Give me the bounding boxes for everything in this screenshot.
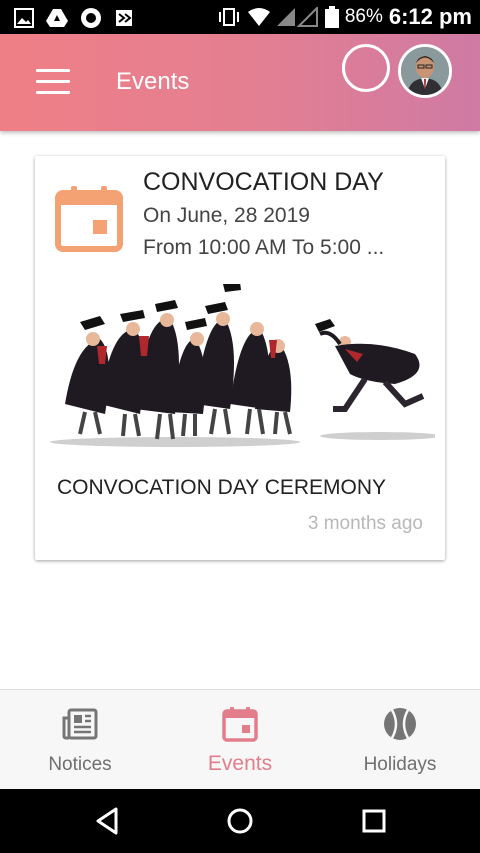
event-title: CONVOCATION DAY <box>143 168 384 196</box>
newspaper-icon <box>62 708 98 740</box>
event-description: CONVOCATION DAY CEREMONY <box>57 476 387 499</box>
event-card[interactable]: CONVOCATION DAY On June, 28 2019 From 10… <box>35 156 445 560</box>
clock: 6:12 pm <box>388 4 472 29</box>
graduation-illustration <box>50 284 435 447</box>
tennis-ball-icon <box>384 708 416 740</box>
nav-label-holidays: Holidays <box>363 754 437 775</box>
event-posted-time: 3 months ago <box>307 513 423 534</box>
system-navigation-bar <box>0 789 480 853</box>
menu-button[interactable] <box>36 69 70 95</box>
hamburger-line <box>36 80 70 83</box>
status-bar: 86% 6:12 pm <box>0 0 480 34</box>
battery-percent: 86% <box>344 6 383 27</box>
profile-ring-button[interactable] <box>342 44 390 92</box>
nav-label-notices: Notices <box>48 754 112 775</box>
nav-item-notices[interactable]: Notices <box>0 690 160 790</box>
gallery-notification-icon <box>14 8 34 28</box>
bottom-navigation: Notices Events Holidays <box>0 689 480 790</box>
circle-notification-icon <box>81 8 101 28</box>
app-bar: Events <box>0 34 480 131</box>
back-icon[interactable] <box>92 805 124 837</box>
avatar-photo-icon <box>401 47 449 95</box>
avatar[interactable] <box>398 44 452 98</box>
wifi-icon <box>247 8 270 26</box>
calendar-icon <box>222 707 258 742</box>
signal-icon <box>276 7 318 27</box>
battery-icon <box>324 6 339 28</box>
nav-label-events: Events <box>207 752 273 775</box>
event-time: From 10:00 AM To 5:00 ... <box>143 236 385 259</box>
hamburger-line <box>36 91 70 94</box>
event-date: On June, 28 2019 <box>143 204 310 227</box>
recents-icon[interactable] <box>358 805 390 837</box>
page-title: Events <box>116 68 190 95</box>
nav-item-events[interactable]: Events <box>160 690 320 790</box>
home-icon[interactable] <box>224 805 256 837</box>
calendar-icon <box>55 186 123 252</box>
vibrate-icon <box>218 8 239 26</box>
tag-notification-icon <box>116 10 132 26</box>
nav-item-holidays[interactable]: Holidays <box>320 690 480 790</box>
hamburger-icon <box>36 69 70 72</box>
drive-notification-icon <box>46 9 68 27</box>
